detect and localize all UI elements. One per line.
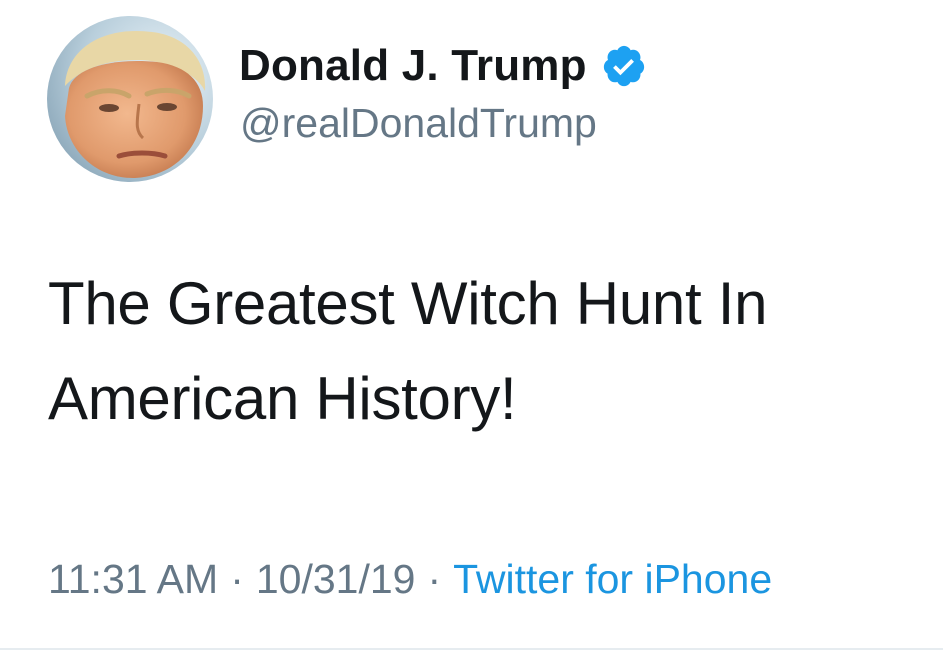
- author-avatar[interactable]: [47, 16, 213, 182]
- tweet-time[interactable]: 11:31 AM: [48, 556, 218, 602]
- meta-separator: ·: [230, 556, 244, 602]
- author-handle[interactable]: @realDonaldTrump: [240, 100, 597, 147]
- author-name-row: Donald J. Trump: [239, 38, 647, 94]
- tweet-meta: 11:31 AM · 10/31/19 · Twitter for iPhone: [48, 554, 772, 604]
- avatar-image: [47, 16, 213, 182]
- verified-badge-icon: [601, 43, 647, 89]
- tweet-source-link[interactable]: Twitter for iPhone: [453, 556, 772, 602]
- tweet-date[interactable]: 10/31/19: [256, 556, 416, 602]
- meta-separator: ·: [427, 556, 442, 602]
- tweet-card: Donald J. Trump @realDonaldTrump The Gre…: [0, 0, 943, 665]
- author-name[interactable]: Donald J. Trump: [239, 41, 587, 91]
- divider: [0, 648, 943, 650]
- tweet-text: The Greatest Witch Hunt In American Hist…: [48, 270, 768, 432]
